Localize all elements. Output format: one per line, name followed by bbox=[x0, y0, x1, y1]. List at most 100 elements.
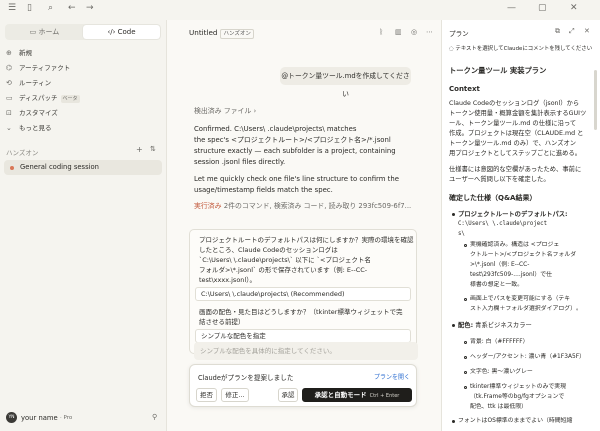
new-session-plus-icon[interactable]: + bbox=[136, 146, 143, 154]
user-message: @トークン量ツール.mdを作成してください bbox=[280, 67, 411, 98]
close-icon[interactable]: ✕ bbox=[570, 4, 578, 13]
filter-icon[interactable]: ⇅ bbox=[150, 146, 156, 153]
context-line: Claude Codeのセッションログ（jsonl）から bbox=[449, 100, 580, 107]
context-heading: Context bbox=[449, 85, 480, 93]
nav-more[interactable]: ⌄ もっと見る bbox=[6, 122, 156, 134]
close-panel-icon[interactable]: ✕ bbox=[584, 28, 590, 35]
session-status-dot bbox=[10, 166, 14, 170]
plan-panel: プラン ⧉ ⤢ ✕ ◌ テキストを選択してClaudeにコメントを残してください… bbox=[441, 20, 600, 431]
open-plan-link[interactable]: プランを開く bbox=[374, 372, 410, 381]
project-badge: ハンズオン bbox=[220, 29, 254, 39]
spec-sub-text: スト入力欄＋フォルダ選択ダイアログ）。 bbox=[470, 306, 582, 312]
option-recommended[interactable]: C:\Users\ \.claude\projects\ (Recommende… bbox=[195, 287, 411, 301]
nav-artifacts[interactable]: ⌬ アーティファクト bbox=[6, 62, 156, 74]
nav-artifacts-label: アーティファクト bbox=[19, 64, 71, 72]
nav-routines[interactable]: ⟲ ルーティン bbox=[6, 77, 156, 89]
context-line: ユーザーへ質問し以下を確定した。 bbox=[449, 176, 550, 183]
question-line4: フォルダ>\*.jsonl` の形で保存されています（例: E--CC- bbox=[199, 266, 368, 274]
search-icon[interactable]: ⌕ bbox=[48, 4, 53, 13]
session-label: General coding session bbox=[20, 163, 99, 171]
spec-sub-text: クトルート>/<プロジェクト名フォルダ bbox=[470, 252, 577, 258]
mode-tabs: ▭ ホーム ‹/› Code bbox=[5, 24, 161, 40]
project-section-label: ハンズオン bbox=[6, 149, 39, 157]
title-bar: ☰ ▯ ⌕ ← → — ▢ ✕ bbox=[0, 0, 600, 20]
plan-title: トークン量ツール 実装プラン bbox=[449, 66, 547, 75]
customize-icon: ⊡ bbox=[6, 109, 12, 117]
plus-icon: ⊕ bbox=[6, 49, 12, 57]
expand-icon[interactable]: ⤢ bbox=[569, 28, 575, 35]
context-line: トークン使用量・概算金額を集計表示するGUIツ bbox=[449, 110, 587, 117]
spec-sub-text: 配色、ttk は最低限） bbox=[470, 404, 528, 410]
approve-auto-button[interactable]: 承認と自動モード Ctrl + Enter bbox=[302, 388, 412, 402]
branch-icon[interactable]: ᚱ bbox=[379, 29, 383, 36]
spec-item: プロジェクトルートのデフォルトパス: bbox=[458, 211, 568, 218]
approve-button[interactable]: 承認 bbox=[278, 388, 298, 402]
option-simple-colors[interactable]: シンプルな配色を指定 bbox=[195, 329, 411, 343]
spec-heading: 確定した仕様（Q&A結果） bbox=[449, 194, 537, 202]
assistant-para2-line2: usage/timestamp fields match the spec. bbox=[194, 186, 333, 194]
question-line2: したところ、Claude Codeのセッションログは bbox=[199, 246, 338, 254]
spec-sub-text: ヘッダー/アクセント: 濃い青（#1F3A5F） bbox=[470, 354, 586, 360]
tab-code[interactable]: ‹/› Code bbox=[83, 25, 160, 39]
user-bar[interactable]: YN your name · Pro ⚲ bbox=[4, 411, 162, 425]
plan-approval-card: Claudeがプランを提案しました プランを開く 拒否 修正... 承認 承認と… bbox=[189, 364, 417, 407]
reject-button[interactable]: 拒否 bbox=[196, 388, 217, 402]
chat-icon: ▭ bbox=[29, 28, 39, 36]
minimize-icon[interactable]: — bbox=[507, 4, 516, 13]
plan-scrollbar[interactable] bbox=[594, 70, 597, 130]
menu-icon[interactable]: ☰ bbox=[8, 4, 16, 13]
back-arrow-icon[interactable]: ← bbox=[68, 4, 76, 13]
question2-line2: 結させる前提） bbox=[199, 318, 245, 326]
files-read-summary[interactable]: 検出済み ファイル › bbox=[194, 106, 256, 117]
sub-bullet bbox=[464, 356, 467, 359]
context-line: 作成。プロジェクトは現在空（CLAUDE.md と bbox=[449, 130, 584, 137]
nav-more-label: もっと見る bbox=[19, 124, 52, 132]
nav-customize[interactable]: ⊡ カスタマイズ bbox=[6, 107, 156, 119]
question2-line1: 画面の配色・見た目はどうしますか？（tkinter標準ウィジェットで完 bbox=[199, 308, 403, 316]
sidebar-toggle-icon[interactable]: ▯ bbox=[27, 4, 32, 13]
chevron-right-icon: › bbox=[253, 107, 257, 115]
plan-panel-title: プラン bbox=[449, 30, 469, 38]
executed-detail: 2件のコマンド, 検索済み コード, 読み取り 293fc509-6f7... bbox=[223, 202, 412, 210]
tab-home-label: ホーム bbox=[38, 28, 60, 36]
chevron-down-icon: ⌄ bbox=[6, 124, 12, 132]
dispatch-icon: ▭ bbox=[6, 94, 13, 102]
avatar: YN bbox=[6, 412, 17, 423]
forward-arrow-icon[interactable]: → bbox=[86, 4, 94, 13]
assistant-para1-line1: Confirmed. C:\Users\ .claude\projects\ m… bbox=[194, 125, 357, 133]
nav-new[interactable]: ⊕ 新規 bbox=[6, 47, 156, 59]
globe-icon[interactable]: ◎ bbox=[411, 29, 417, 36]
session-item[interactable]: General coding session bbox=[4, 160, 162, 175]
context-line: 仕様書には意図的な空欄があったため、事前に bbox=[449, 166, 582, 173]
spec-sub-text: 文字色: 黒〜濃いグレー bbox=[470, 369, 533, 375]
spec-item-text: s\ bbox=[458, 231, 465, 237]
shortcut-hint: Ctrl + Enter bbox=[369, 393, 400, 399]
code-icon: ‹/› bbox=[107, 28, 118, 36]
nav-dispatch[interactable]: ▭ ディスパッチ ベータ bbox=[6, 92, 156, 104]
nav-customize-label: カスタマイズ bbox=[19, 109, 58, 117]
tab-home[interactable]: ▭ ホーム bbox=[6, 25, 83, 39]
attach-icon[interactable]: ⚲ bbox=[152, 414, 157, 421]
routine-icon: ⟲ bbox=[6, 79, 12, 87]
spec-sub-text: tkinter標準ウィジェットのみで実現 bbox=[470, 384, 567, 390]
nav-routines-label: ルーティン bbox=[19, 79, 52, 87]
spec-item: 配色: 青系ビジネスカラー bbox=[458, 322, 532, 329]
question-line5: test\xxxx.jsonl）。 bbox=[199, 276, 256, 284]
custom-answer-input[interactable]: シンプルな配色を具体的に指定してください。 bbox=[194, 342, 418, 360]
panel-icon[interactable]: ▥ bbox=[395, 29, 402, 36]
bullet bbox=[452, 324, 455, 327]
more-icon[interactable]: ⋯ bbox=[426, 29, 433, 36]
chat-title[interactable]: Untitled bbox=[189, 28, 217, 37]
sub-bullet bbox=[464, 298, 467, 301]
chat-pane: Untitled ハンズオン ᚱ ▥ ◎ ⋯ @トークン量ツール.mdを作成してく… bbox=[168, 20, 440, 431]
nav-new-label: 新規 bbox=[19, 49, 32, 57]
approve-auto-label: 承認と自動モード bbox=[314, 391, 367, 399]
copy-icon[interactable]: ⧉ bbox=[555, 28, 560, 35]
executed-label: 実行済み bbox=[194, 202, 222, 210]
beta-badge: ベータ bbox=[60, 95, 80, 103]
edit-button[interactable]: 修正... bbox=[221, 388, 249, 402]
sub-bullet bbox=[464, 244, 467, 247]
executed-summary[interactable]: 実行済み 2件のコマンド, 検索済み コード, 読み取り 293fc509-6f… bbox=[194, 201, 411, 212]
context-line: 用プロジェクトとしてステップごとに進める。 bbox=[449, 150, 582, 157]
maximize-icon[interactable]: ▢ bbox=[538, 4, 547, 13]
